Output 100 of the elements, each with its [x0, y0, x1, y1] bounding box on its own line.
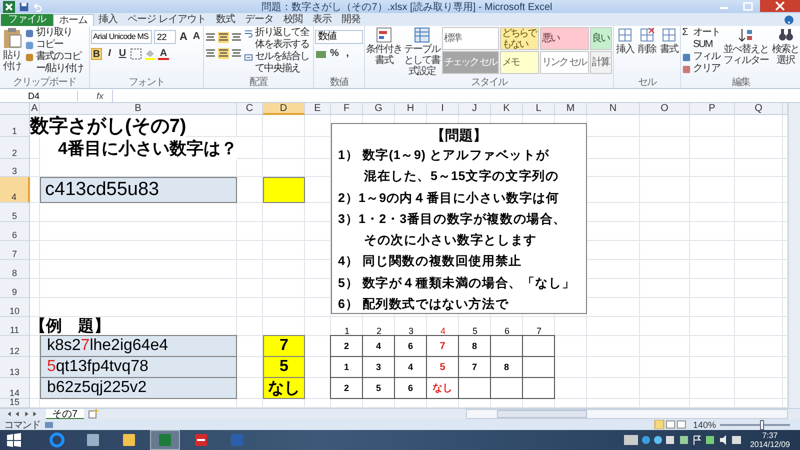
format-button[interactable]: I	[104, 48, 115, 60]
column-header[interactable]: M	[555, 103, 587, 115]
ribbon-tab[interactable]: 校閲	[278, 14, 308, 26]
group-label: セル	[637, 77, 658, 88]
comma-button[interactable]: ,	[342, 48, 353, 60]
puzzle-cell: c413cd55u83	[40, 177, 237, 203]
font-name-field[interactable]: Arial Unicode MS	[91, 30, 152, 44]
row-header[interactable]: 2	[0, 137, 30, 159]
clipboard-button[interactable]: コピー	[25, 39, 88, 51]
row-header[interactable]: 12	[0, 336, 30, 357]
conditional-format-button[interactable]: 条件付き書式	[366, 27, 402, 66]
zoom-level[interactable]: 140%	[692, 420, 716, 430]
column-header[interactable]: O	[640, 103, 690, 115]
cells-button[interactable]: 挿入	[615, 27, 635, 55]
group-label: スタイル	[470, 77, 508, 88]
example-answer-cell: 7	[263, 335, 305, 357]
column-header[interactable]: F	[331, 103, 363, 115]
row-header[interactable]: 13	[0, 357, 30, 378]
column-header[interactable]: H	[395, 103, 427, 115]
example-string-cell: 5qt13fp4tvq78	[40, 356, 237, 378]
cell-style-swatch[interactable]: メモ	[500, 51, 539, 74]
rank-label: 6	[504, 326, 510, 336]
number-format-field[interactable]: 数値	[315, 30, 363, 44]
percent-button[interactable]: %	[329, 48, 340, 60]
clock-date[interactable]: 2014/12/09	[750, 440, 790, 449]
rank-label: 5	[472, 326, 478, 336]
editing-button[interactable]: Σ オート SUM	[682, 27, 721, 51]
cell-style-swatch[interactable]: リンク セル	[540, 51, 589, 74]
rank-label: 7	[536, 326, 542, 336]
column-header[interactable]: B	[40, 103, 237, 115]
function-button[interactable]: fx	[92, 90, 108, 100]
clock-time[interactable]: 7:37	[762, 431, 778, 440]
group-label: フォント	[128, 77, 166, 88]
ribbon-tab[interactable]: ファイル	[1, 14, 53, 26]
rank-label: 2	[376, 326, 382, 336]
ribbon-tab[interactable]: 数式	[210, 14, 240, 26]
column-header[interactable]: L	[523, 103, 555, 115]
row-header[interactable]: 14	[0, 378, 30, 399]
row-header[interactable]: 6	[0, 222, 30, 241]
column-header[interactable]: N	[587, 103, 640, 115]
sheet-tab[interactable]: その7	[46, 409, 84, 420]
ribbon-tab[interactable]: ホーム	[53, 14, 94, 26]
row-header[interactable]: 7	[0, 241, 30, 260]
row-header[interactable]: 5	[0, 203, 30, 222]
column-header[interactable]: P	[690, 103, 735, 115]
editing-button[interactable]: フィル	[682, 51, 721, 63]
row-header[interactable]: 3	[0, 159, 30, 177]
row-header[interactable]: 1	[0, 115, 30, 137]
ribbon-tab[interactable]: データ	[240, 14, 278, 26]
cell-style-swatch[interactable]: どちらでもない	[500, 27, 539, 50]
rank-label: 1	[344, 326, 350, 336]
value-cell: 2	[330, 335, 363, 357]
row-header[interactable]: 8	[0, 260, 30, 279]
cell-style-swatch[interactable]: 良い	[590, 27, 612, 50]
problem-line: 3）1・2・3番目の数字が複数の場合、	[338, 210, 568, 228]
ribbon-tab[interactable]: 表示	[307, 14, 336, 26]
font-size-field[interactable]: 22	[154, 30, 176, 44]
column-header[interactable]: D	[263, 103, 305, 115]
format-button[interactable]: B	[91, 48, 102, 60]
column-header[interactable]: I	[427, 103, 459, 115]
paste-button[interactable]: 貼り付け	[1, 27, 23, 72]
column-header[interactable]: K	[491, 103, 523, 115]
format-as-table-button[interactable]: テーブルとして書式設定	[404, 27, 440, 77]
format-button[interactable]: U	[117, 48, 128, 60]
font-color-button[interactable]: A	[158, 48, 169, 60]
column-header[interactable]: A	[30, 103, 40, 115]
ribbon-tab[interactable]: 開発	[336, 14, 366, 26]
cells-button[interactable]: 削除	[637, 27, 657, 55]
editing-button[interactable]: クリア	[682, 63, 721, 75]
clipboard-button[interactable]: 書式のコピー/貼り付け	[25, 51, 88, 75]
row-header[interactable]: 10	[0, 298, 30, 317]
row-header[interactable]: 11	[0, 317, 30, 336]
row-header[interactable]: 4	[0, 177, 30, 203]
rank-label: 3	[408, 326, 414, 336]
row-header[interactable]: 9	[0, 279, 30, 298]
cell-style-swatch[interactable]: 悪い	[540, 27, 589, 50]
column-header[interactable]: Q	[735, 103, 783, 115]
wrap-text-button[interactable]: 折り返して全体を表示する	[244, 27, 312, 51]
problem-line: 5） 数字が４種類未満の場合、「なし」	[338, 274, 576, 292]
ribbon-tab[interactable]: 挿入	[94, 14, 122, 26]
row-header[interactable]: 15	[0, 399, 30, 408]
find-select-button[interactable]: 検索と選択	[771, 27, 800, 66]
merge-center-button[interactable]: セルを結合して中央揃え	[244, 51, 312, 75]
ribbon-tab[interactable]: ページ レイアウト	[122, 14, 211, 26]
name-box[interactable]: D4	[0, 90, 78, 100]
column-header[interactable]: G	[363, 103, 395, 115]
sort-filter-button[interactable]: 並べ替えとフィルター	[723, 27, 769, 66]
column-header[interactable]: E	[305, 103, 331, 115]
clipboard-button[interactable]: 切り取り	[25, 27, 88, 39]
grow-font-button[interactable]: A	[178, 31, 189, 43]
cells-button[interactable]: 書式	[659, 27, 679, 55]
cell-style-swatch[interactable]: 標準	[442, 27, 499, 50]
examples-label: 【例 題】	[30, 316, 110, 337]
problem-line: 4） 同じ関数の複数回使用禁止	[338, 253, 523, 270]
column-header[interactable]: J	[459, 103, 491, 115]
cell-style-swatch[interactable]: 計算	[590, 51, 612, 74]
status-mode: コマンド	[4, 418, 40, 432]
shrink-font-button[interactable]: A	[191, 31, 202, 43]
sheet-subtitle: 4番目に小さい数字は？	[40, 136, 238, 160]
problem-heading: 【問題】	[430, 126, 488, 145]
